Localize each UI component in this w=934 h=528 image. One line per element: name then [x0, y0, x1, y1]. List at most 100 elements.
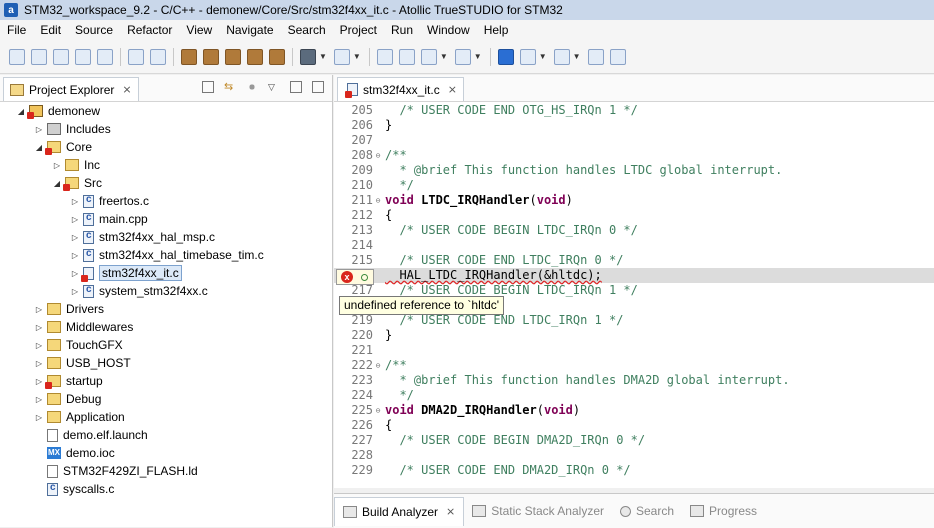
expand-arrow-icon[interactable]: ▷ — [70, 269, 80, 278]
window-layout-icon[interactable] — [519, 48, 536, 65]
tab-project-explorer[interactable]: Project Explorer ⨯ — [3, 77, 139, 101]
tab-search[interactable]: Search — [612, 498, 682, 524]
tree-item[interactable]: ▷ Debug — [0, 390, 333, 408]
menu-run[interactable]: Run — [384, 23, 420, 37]
new-project-icon[interactable] — [97, 48, 113, 65]
menu-edit[interactable]: Edit — [33, 23, 68, 37]
code-line[interactable]: 213 /* USER CODE BEGIN LTDC_IRQn 0 */ — [334, 223, 934, 238]
fold-toggle-icon[interactable]: ⊖ — [373, 148, 383, 163]
new-source-folder-icon[interactable] — [53, 48, 69, 65]
chevron-down-icon[interactable]: ▼ — [440, 52, 448, 61]
close-icon[interactable]: ⨯ — [448, 83, 457, 96]
tab-progress[interactable]: Progress — [682, 498, 765, 524]
export-icon[interactable] — [609, 48, 626, 65]
tree-item[interactable]: ▷ main.cpp — [0, 210, 333, 228]
build-all-icon[interactable] — [203, 48, 219, 65]
tree-item[interactable]: ◢ Core — [0, 138, 333, 156]
tab-static-stack-analyzer[interactable]: Static Stack Analyzer — [464, 498, 612, 524]
expand-arrow-icon[interactable]: ▷ — [34, 323, 44, 332]
tree-item[interactable]: ◢ demonew — [0, 102, 333, 120]
fold-toggle-icon[interactable]: ⊖ — [373, 403, 383, 418]
code-line[interactable]: 223 * @brief This function handles DMA2D… — [334, 373, 934, 388]
chevron-down-icon[interactable]: ▼ — [573, 52, 581, 61]
rebuild-icon[interactable] — [225, 48, 241, 65]
chevron-down-icon[interactable]: ▼ — [319, 52, 327, 61]
launch-tools-icon[interactable] — [333, 48, 350, 65]
tree-item[interactable]: ▷ TouchGFX — [0, 336, 333, 354]
code-line[interactable]: 224 */ — [334, 388, 934, 403]
code-line[interactable]: 210 */ — [334, 178, 934, 193]
tree-item[interactable]: STM32F429ZI_FLASH.ld — [0, 462, 333, 480]
menu-file[interactable]: File — [0, 23, 33, 37]
expand-arrow-icon[interactable]: ▷ — [34, 377, 44, 386]
expand-arrow-icon[interactable]: ▷ — [34, 359, 44, 368]
new-c-file-icon[interactable] — [9, 48, 25, 65]
fold-toggle-icon[interactable]: ⊖ — [373, 193, 383, 208]
tree-item[interactable]: ▷ Middlewares — [0, 318, 333, 336]
code-line[interactable]: 212 { — [334, 208, 934, 223]
new-header-file-icon[interactable] — [31, 48, 47, 65]
code-line[interactable]: 207 — [334, 133, 934, 148]
code-line[interactable]: 208 ⊖/** — [334, 148, 934, 163]
tree-item[interactable]: ▷ stm32f4xx_hal_timebase_tim.c — [0, 246, 333, 264]
tree-item[interactable]: demo.elf.launch — [0, 426, 333, 444]
code-line[interactable]: 226 { — [334, 418, 934, 433]
table-layout-icon[interactable] — [553, 48, 570, 65]
tree-item[interactable]: ▷ Drivers — [0, 300, 333, 318]
chevron-down-icon[interactable]: ▽ — [268, 81, 280, 93]
expand-arrow-icon[interactable]: ▷ — [34, 125, 44, 134]
clean-icon[interactable] — [247, 48, 263, 65]
expand-arrow-icon[interactable]: ▷ — [70, 233, 80, 242]
code-line[interactable]: 227 /* USER CODE BEGIN DMA2D_IRQn 0 */ — [334, 433, 934, 448]
collapse-all-icon[interactable] — [202, 81, 214, 93]
build-hammer-icon[interactable] — [181, 48, 197, 65]
tree-item[interactable]: ▷ system_stm32f4xx.c — [0, 282, 333, 300]
menu-help[interactable]: Help — [477, 23, 516, 37]
collapse-arrow-icon[interactable]: ◢ — [52, 179, 62, 188]
expand-arrow-icon[interactable]: ▷ — [70, 287, 80, 296]
code-line[interactable]: 228 — [334, 448, 934, 463]
tree-item[interactable]: ▷ Inc — [0, 156, 333, 174]
collapse-arrow-icon[interactable]: ◢ — [16, 107, 26, 116]
close-icon[interactable]: ⨯ — [446, 505, 455, 518]
collapse-arrow-icon[interactable]: ◢ — [34, 143, 44, 152]
expand-arrow-icon[interactable]: ▷ — [52, 161, 62, 170]
tree-item[interactable]: ◢ Src — [0, 174, 333, 192]
save-all-icon[interactable] — [150, 48, 166, 65]
expand-arrow-icon[interactable]: ▷ — [70, 215, 80, 224]
chevron-down-icon[interactable]: ▼ — [539, 52, 547, 61]
tree-item[interactable]: ▷ startup — [0, 372, 333, 390]
code-line[interactable]: 220} — [334, 328, 934, 343]
fold-toggle-icon[interactable]: ⊖ — [373, 358, 383, 373]
close-icon[interactable]: ⨯ — [122, 83, 131, 96]
menu-source[interactable]: Source — [68, 23, 120, 37]
tree-item[interactable]: ▷ Includes — [0, 120, 333, 138]
forward-arrow-icon[interactable] — [454, 48, 471, 65]
menu-window[interactable]: Window — [420, 23, 477, 37]
expand-arrow-icon[interactable]: ▷ — [70, 251, 80, 260]
code-line[interactable]: 209 * @brief This function handles LTDC … — [334, 163, 934, 178]
expand-arrow-icon[interactable]: ▷ — [70, 197, 80, 206]
code-line[interactable]: 225 ⊖ void DMA2D_IRQHandler(void) — [334, 403, 934, 418]
code-line[interactable]: 206} — [334, 118, 934, 133]
tree-item[interactable]: syscalls.c — [0, 480, 333, 498]
maximize-arrows-icon[interactable] — [587, 48, 604, 65]
link-with-editor-icon[interactable]: ⇆ — [224, 81, 236, 93]
chevron-down-icon[interactable]: ▼ — [474, 52, 482, 61]
tree-item[interactable]: ▷ stm32f4xx_hal_msp.c — [0, 228, 333, 246]
code-line[interactable]: 214 — [334, 238, 934, 253]
tab-build-analyzer[interactable]: Build Analyzer ⨯ — [334, 496, 465, 526]
code-line[interactable]: 205 /* USER CODE END OTG_HS_IRQn 1 */ — [334, 103, 934, 118]
tree-item[interactable]: ▷ USB_HOST — [0, 354, 333, 372]
filter-icon[interactable] — [246, 81, 258, 93]
code-line[interactable]: 211 ⊖ void LTDC_IRQHandler(void) — [334, 193, 934, 208]
menu-search[interactable]: Search — [281, 23, 333, 37]
code-line[interactable]: 215 /* USER CODE END LTDC_IRQn 0 */ — [334, 253, 934, 268]
code-line[interactable]: 216 HAL_LTDC_IRQHandler(&hltdc); — [334, 268, 934, 283]
code-line[interactable]: 222 ⊖/** — [334, 358, 934, 373]
new-class-icon[interactable] — [75, 48, 91, 65]
expand-arrow-icon[interactable]: ▷ — [34, 413, 44, 422]
code-line[interactable]: 219 /* USER CODE END LTDC_IRQn 1 */ — [334, 313, 934, 328]
menu-view[interactable]: View — [179, 23, 219, 37]
menu-navigate[interactable]: Navigate — [219, 23, 280, 37]
